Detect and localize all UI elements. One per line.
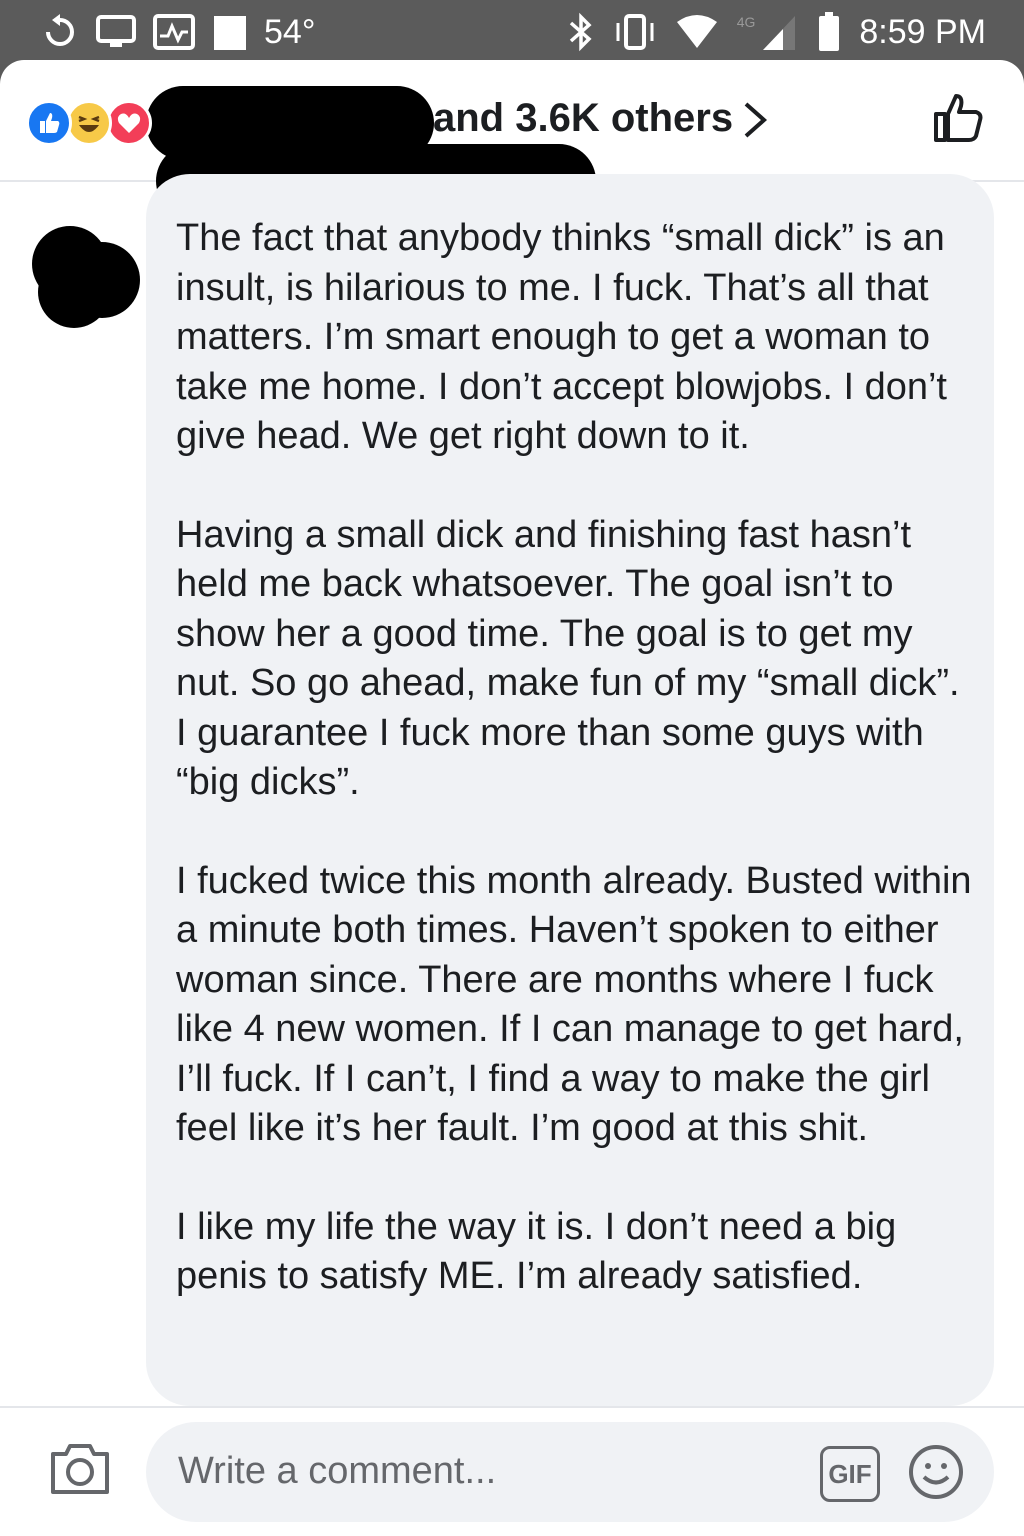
like-reaction-icon	[26, 100, 72, 146]
comment-paragraph: Having a small dick and finishing fast h…	[176, 513, 960, 804]
comment-input-placeholder: Write a comment...	[178, 1450, 497, 1492]
comment-composer: Write a comment... GIF	[0, 1408, 1024, 1536]
monitor-icon	[96, 15, 136, 47]
vibrate-icon	[616, 14, 654, 50]
like-outline-icon[interactable]	[930, 90, 986, 146]
bluetooth-icon	[569, 12, 592, 52]
battery-icon	[819, 12, 840, 51]
status-bar: 54° 4G 8:59 PM	[0, 0, 1024, 64]
status-bar-right: 4G 8:59 PM	[567, 10, 986, 54]
comment-paragraph: I like my life the way it is. I don’t ne…	[176, 1205, 897, 1298]
wifi-icon	[676, 15, 717, 48]
comment-paragraph: The fact that anybody thinks “small dick…	[176, 217, 947, 457]
calendar-icon	[214, 16, 246, 50]
avatar-redacted[interactable]	[22, 208, 142, 328]
network-type-label: 4G	[736, 14, 756, 30]
haha-reaction-icon	[66, 100, 112, 146]
status-bar-left: 54°	[40, 10, 315, 54]
comment-paragraph: I fucked twice this month already. Buste…	[176, 859, 972, 1150]
reactions-others-text[interactable]: and 3.6K others	[433, 96, 733, 141]
sync-icon	[46, 14, 74, 46]
comment-text: The fact that anybody thinks “small dick…	[176, 214, 976, 1351]
comment-bubble[interactable]: The fact that anybody thinks “small dick…	[146, 174, 994, 1406]
comment-card: and 3.6K others The fact that anybody th…	[0, 60, 1024, 1536]
clock-time: 8:59 PM	[859, 12, 986, 51]
gif-button[interactable]: GIF	[820, 1446, 880, 1502]
chevron-right-icon[interactable]	[738, 98, 772, 142]
temperature-label: 54°	[264, 12, 316, 51]
camera-icon[interactable]	[48, 1440, 112, 1498]
activity-icon	[153, 14, 195, 50]
signal-icon	[763, 16, 796, 50]
love-reaction-icon	[106, 100, 152, 146]
emoji-icon[interactable]	[906, 1442, 966, 1502]
comment-input[interactable]: Write a comment... GIF	[146, 1422, 994, 1522]
